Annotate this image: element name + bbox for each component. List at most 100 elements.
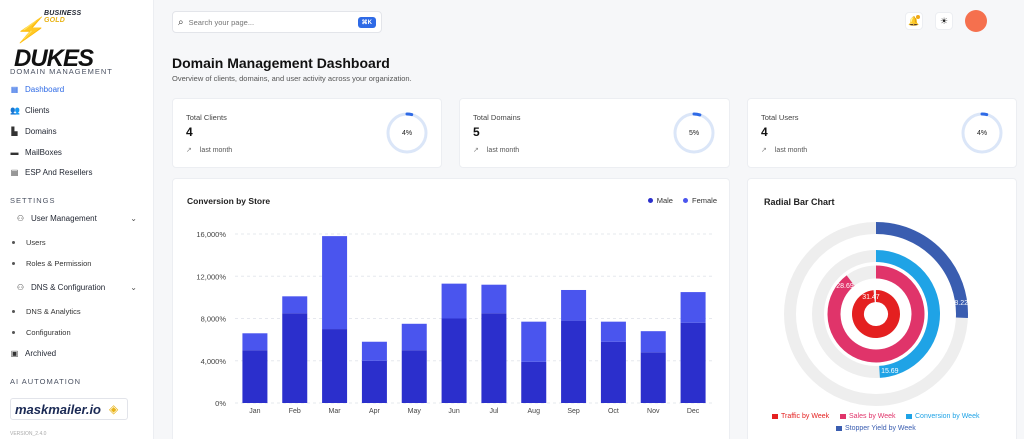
sidebar-item-user-management[interactable]: ⚇ User Management ⌄ (16, 214, 137, 223)
sidebar-subitem-users[interactable]: Users (12, 238, 46, 247)
section-ai-automation: AI AUTOMATION (10, 377, 82, 386)
chart-title: Radial Bar Chart (764, 197, 835, 207)
sidebar-item-esp-resellers[interactable]: ▤ ESP And Resellers (10, 168, 145, 177)
bar-male[interactable] (481, 313, 507, 403)
bar-female[interactable] (282, 296, 308, 314)
notification-button[interactable]: 🔔 (905, 12, 923, 30)
version-label: VERSION_2.4.0 (10, 431, 47, 437)
bar-female[interactable] (322, 236, 348, 330)
bolt-icon: ⚡ (14, 17, 44, 44)
bar-male[interactable] (441, 318, 467, 404)
bar-female[interactable] (441, 283, 467, 319)
radial-value-label: 15.69 (881, 368, 899, 375)
stat-card-clients: Total Clients 4 ↗ last month 4% (172, 98, 442, 168)
x-tick-label: Jan (249, 408, 260, 415)
conversion-chart-card: Conversion by Store Male Female 0% 4,000%… (172, 178, 730, 439)
bar-female[interactable] (401, 323, 427, 351)
stat-label: Total Users (761, 113, 799, 122)
progress-percent: 4% (401, 129, 413, 137)
bar-female[interactable] (521, 321, 547, 362)
search-input[interactable] (188, 17, 358, 27)
legend-swatch (906, 414, 912, 419)
search-bar[interactable]: ⌕ ⌘K (172, 11, 382, 33)
sidebar-item-dns-configuration[interactable]: ⚇ DNS & Configuration ⌄ (16, 283, 137, 292)
stat-card-domains: Total Domains 5 ↗ last month 5% (459, 98, 730, 168)
chevron-down-icon: ⌄ (130, 214, 137, 223)
maskmailer-logo[interactable]: maskmailer.io ◈ (10, 398, 128, 420)
legend-swatch (836, 426, 842, 431)
archive-icon: ▣ (10, 349, 19, 358)
chevron-down-icon: ⌄ (130, 283, 137, 292)
x-tick-label: Sep (567, 408, 580, 415)
sidebar-item-archived[interactable]: ▣ Archived (10, 349, 145, 358)
legend-item-traffic[interactable]: Traffic by Week (772, 413, 829, 420)
legend-item-stopper[interactable]: Stopper Yield by Week (836, 425, 916, 432)
grid-icon: ▦ (10, 85, 19, 94)
stat-value: 5 (473, 125, 480, 139)
bar-male[interactable] (561, 320, 587, 403)
radial-bar-chart: 31.47 28.69 15.69 8.22 (784, 222, 968, 406)
brand-name: ⚡DUKES (14, 17, 94, 72)
bar-male[interactable] (282, 313, 308, 403)
bar-female[interactable] (600, 321, 626, 342)
bar-chart: 0% 4,000% 8,000% 12,000% 16,000% Jan Feb Mar Apr… (196, 230, 713, 415)
trend-up-icon: ↗ (186, 147, 192, 154)
stat-value: 4 (761, 125, 768, 139)
legend-swatch (840, 414, 846, 419)
bar-male[interactable] (521, 361, 547, 403)
bar-female[interactable] (561, 289, 587, 321)
diamond-icon: ◈ (109, 402, 119, 416)
server-icon: ▤ (10, 168, 19, 177)
search-icon: ⌕ (178, 16, 184, 28)
shortcut-badge: ⌘K (357, 16, 376, 28)
trend-up-icon: ↗ (761, 147, 767, 154)
bar-male[interactable] (640, 352, 666, 403)
bar-female[interactable] (640, 331, 666, 353)
progress-percent: 4% (976, 129, 988, 137)
users-icon: 👥 (10, 106, 20, 115)
bullet-icon (12, 331, 15, 334)
bullet-icon (12, 241, 15, 244)
notification-dot (916, 15, 920, 19)
bar-male[interactable] (242, 350, 268, 403)
theme-toggle-button[interactable]: ☀ (935, 12, 953, 30)
y-tick-label: 0% (215, 399, 226, 408)
sidebar-subitem-dns-analytics[interactable]: DNS & Analytics (12, 307, 81, 316)
radial-chart-card: Radial Bar Chart 31.47 28.69 15.69 8.22 Tra… (747, 178, 1017, 439)
bullet-icon (12, 262, 15, 265)
bar-female[interactable] (481, 284, 507, 314)
section-domain-management: DOMAIN MANAGEMENT (10, 67, 113, 76)
sidebar: BUSINESS GOLD ⚡DUKES DOMAIN MANAGEMENT ▦… (0, 0, 154, 439)
sidebar-subitem-configuration[interactable]: Configuration (12, 328, 71, 337)
avatar[interactable] (965, 10, 987, 32)
radial-value-label: 31.47 (862, 294, 880, 301)
bar-male[interactable] (361, 360, 387, 403)
x-tick-label: Dec (687, 408, 700, 415)
bar-female[interactable] (680, 292, 706, 323)
bar-female[interactable] (361, 341, 387, 361)
bar-male[interactable] (401, 350, 427, 403)
sidebar-item-mailboxes[interactable]: ▬ MailBoxes (10, 148, 145, 157)
radial-value-label: 28.69 (836, 283, 854, 290)
mailbox-icon: ▬ (10, 148, 19, 157)
sidebar-subitem-roles[interactable]: Roles & Permission (12, 259, 91, 268)
x-tick-label: Mar (329, 408, 342, 415)
section-settings: SETTINGS (10, 196, 56, 205)
stat-trend: ↗ last month (473, 146, 520, 155)
legend-item-sales[interactable]: Sales by Week (840, 413, 896, 420)
bar-female[interactable] (242, 333, 268, 351)
progress-percent: 5% (688, 129, 700, 137)
sun-icon: ☀ (939, 15, 949, 26)
stat-card-users: Total Users 4 ↗ last month 4% (747, 98, 1017, 168)
sidebar-item-dashboard[interactable]: ▦ Dashboard (10, 85, 145, 94)
bar-male[interactable] (600, 341, 626, 403)
bar-male[interactable] (322, 329, 348, 403)
x-tick-label: Nov (647, 408, 660, 415)
brand-logo[interactable]: BUSINESS GOLD ⚡DUKES (14, 10, 98, 72)
radial-bar[interactable] (852, 290, 900, 338)
sidebar-item-domains[interactable]: ▙ Domains (10, 127, 145, 136)
bar-male[interactable] (680, 322, 706, 403)
y-tick-label: 4,000% (201, 357, 227, 366)
sidebar-item-clients[interactable]: 👥 Clients (10, 106, 145, 115)
legend-item-conversion[interactable]: Conversion by Week (906, 413, 979, 420)
